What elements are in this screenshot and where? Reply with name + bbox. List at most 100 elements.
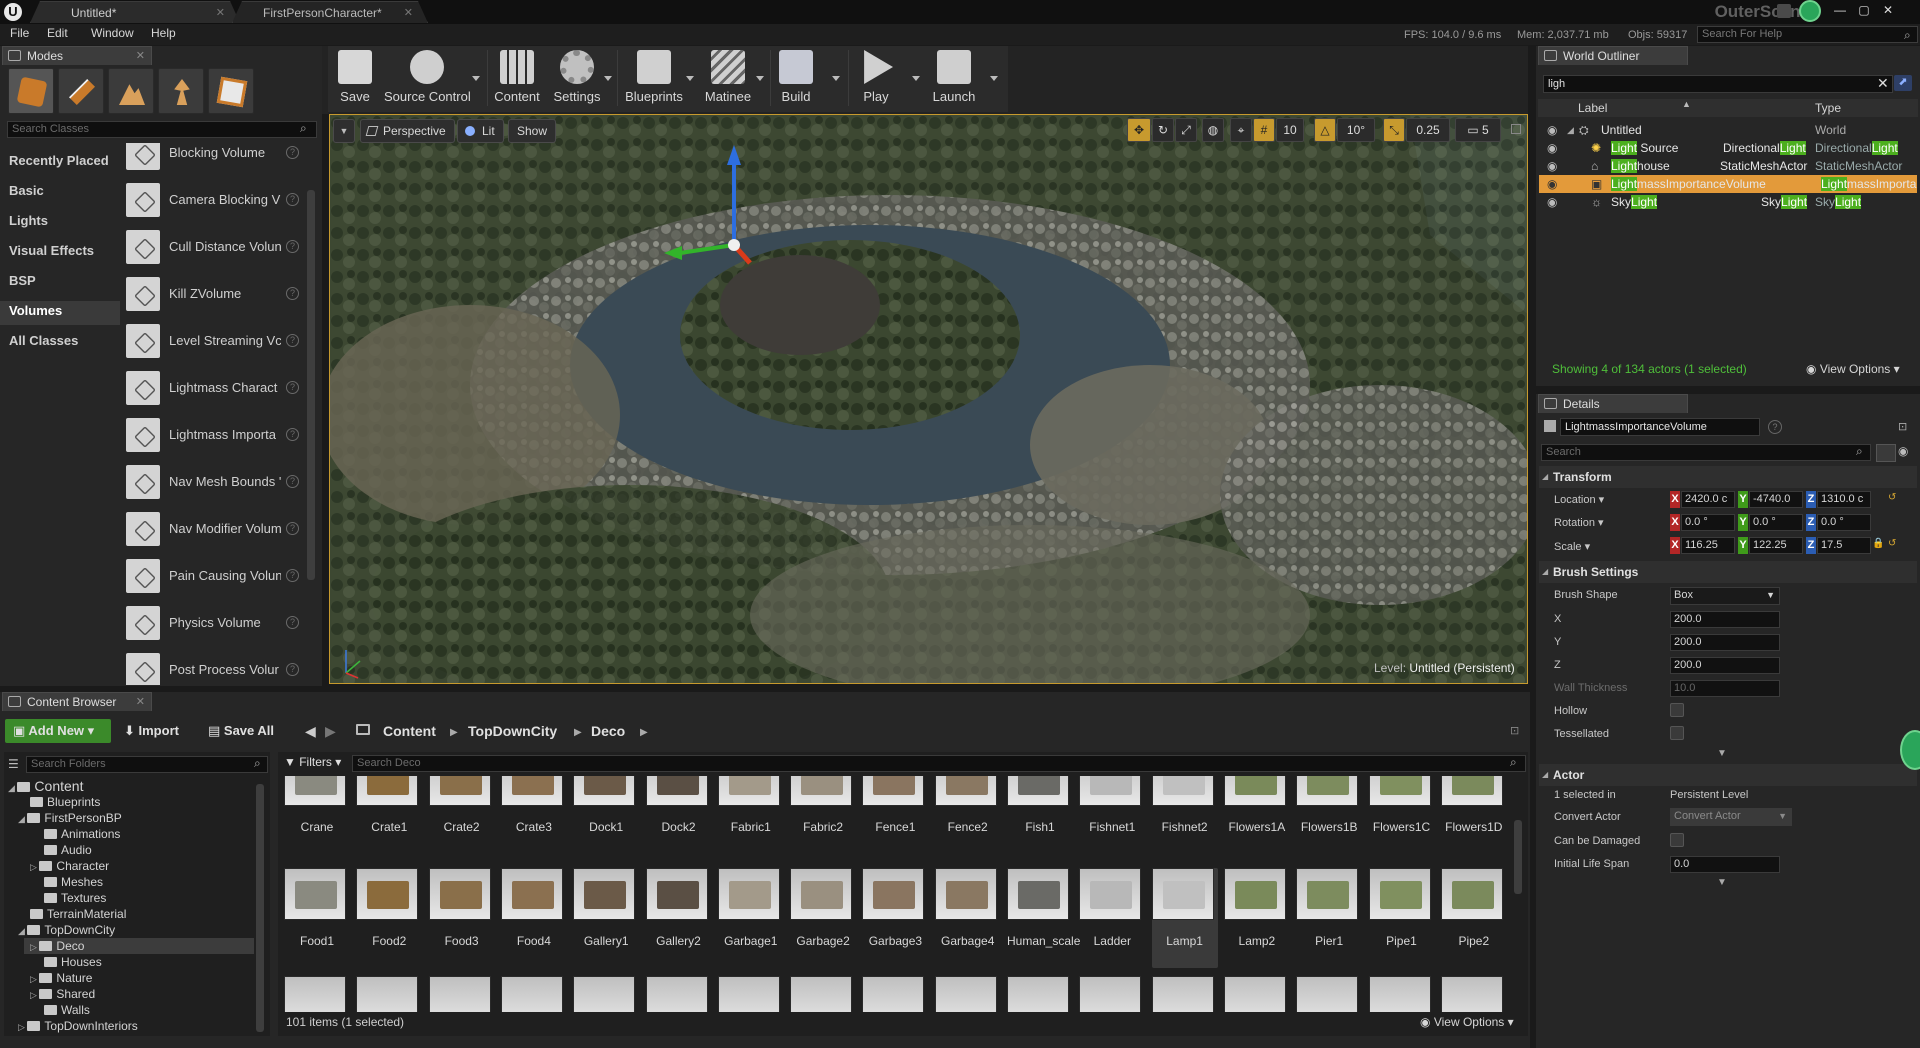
actor-section-header[interactable]: Actor bbox=[1539, 764, 1917, 786]
asset-tile[interactable]: Pipe1 bbox=[1368, 868, 1435, 968]
folder-row-selected[interactable]: ▷ Deco bbox=[24, 938, 254, 954]
list-item[interactable]: Blocking Volume? bbox=[126, 143, 308, 177]
list-item[interactable]: Pain Causing Volun? bbox=[126, 554, 308, 600]
launch-button[interactable]: Launch bbox=[930, 48, 998, 108]
col-label-header[interactable]: Label bbox=[1578, 101, 1607, 115]
asset-tile[interactable]: Flowers1D bbox=[1440, 776, 1507, 854]
filters-button[interactable]: ▼ Filters ▾ bbox=[284, 755, 341, 769]
help-icon[interactable]: ? bbox=[286, 381, 299, 394]
asset-thumbnail[interactable] bbox=[428, 976, 491, 1012]
asset-tile[interactable]: Food2 bbox=[356, 868, 422, 968]
translate-mode-icon[interactable]: ✥ bbox=[1127, 118, 1151, 142]
list-item[interactable]: Camera Blocking V? bbox=[126, 178, 308, 224]
reset-icon[interactable]: ↺ bbox=[1888, 538, 1896, 549]
import-button[interactable]: ⬇ Import bbox=[124, 719, 179, 743]
expand-arrow-icon[interactable]: ◢ bbox=[1567, 121, 1574, 139]
asset-tile[interactable]: Gallery1 bbox=[573, 868, 639, 968]
help-icon[interactable]: ? bbox=[286, 522, 299, 535]
folder-row[interactable]: Blueprints bbox=[30, 794, 100, 810]
save-button[interactable]: Save bbox=[334, 48, 376, 108]
asset-tile[interactable]: Garbage3 bbox=[862, 868, 928, 968]
folder-row[interactable]: ◢ TopDownCity bbox=[18, 922, 115, 938]
modes-scrollbar[interactable] bbox=[307, 190, 315, 580]
scale-snap-icon[interactable]: ⤡ bbox=[1383, 118, 1405, 142]
asset-thumbnail[interactable] bbox=[1296, 976, 1359, 1012]
asset-grid-scrollbar[interactable] bbox=[1514, 820, 1522, 894]
chevron-down-icon[interactable] bbox=[912, 76, 920, 81]
transform-section-header[interactable]: Transform bbox=[1539, 466, 1917, 488]
content-browser-tab[interactable]: Content Browser ✕ bbox=[2, 692, 152, 711]
grid-snap-icon[interactable]: # bbox=[1253, 118, 1275, 142]
brush-settings-section-header[interactable]: Brush Settings bbox=[1539, 561, 1917, 583]
details-tab[interactable]: Details bbox=[1538, 394, 1688, 413]
outliner-row[interactable]: ◉ ☼ SkyLight SkyLight SkyLight bbox=[1539, 193, 1917, 211]
scale-x-field[interactable]: 116.25 bbox=[1681, 537, 1735, 554]
rotation-label[interactable]: Rotation ▾ bbox=[1554, 516, 1604, 529]
scale-snap-value[interactable]: 0.25 bbox=[1406, 118, 1450, 142]
add-new-button[interactable]: ▣ Add New ▾ bbox=[5, 719, 111, 743]
help-icon[interactable]: ? bbox=[286, 334, 299, 347]
landscape-mode-button[interactable] bbox=[108, 68, 154, 114]
outliner-add-icon[interactable]: ⬈ bbox=[1894, 75, 1912, 91]
visibility-eye-icon[interactable]: ◉ bbox=[1547, 121, 1557, 139]
asset-thumbnail[interactable] bbox=[1151, 976, 1214, 1012]
help-icon[interactable]: ? bbox=[286, 428, 299, 441]
asset-thumbnail[interactable] bbox=[1368, 976, 1431, 1012]
lock-icon[interactable]: 🔒 bbox=[1872, 538, 1884, 549]
chevron-down-icon[interactable] bbox=[832, 76, 840, 81]
camera-speed-button[interactable]: ▭ 5 bbox=[1455, 118, 1501, 142]
eye-icon[interactable]: ◉ bbox=[1898, 444, 1908, 458]
asset-tile[interactable]: Garbage4 bbox=[934, 868, 1001, 968]
list-item[interactable]: Physics Volume? bbox=[126, 601, 308, 647]
search-assets-input[interactable]: Search Deco bbox=[352, 755, 1526, 772]
menu-file[interactable]: File bbox=[10, 26, 29, 40]
matinee-button[interactable]: Matinee bbox=[700, 48, 764, 108]
help-icon[interactable]: ? bbox=[286, 616, 299, 629]
expand-advanced-icon[interactable]: ▼ bbox=[1717, 748, 1727, 759]
help-icon[interactable]: ? bbox=[1768, 420, 1782, 434]
brush-x-field[interactable]: 200.0 bbox=[1670, 611, 1780, 628]
help-icon[interactable]: ? bbox=[286, 146, 299, 159]
actor-name-field[interactable]: LightmassImportanceVolume bbox=[1560, 418, 1760, 436]
folder-row[interactable]: Houses bbox=[44, 954, 102, 970]
asset-tile[interactable]: Garbage1 bbox=[717, 868, 784, 968]
asset-tile[interactable]: Flowers1C bbox=[1368, 776, 1435, 854]
grid-size-value[interactable]: 10 bbox=[1276, 118, 1304, 142]
help-icon[interactable]: ? bbox=[286, 663, 299, 676]
search-folders-input[interactable]: Search Folders bbox=[26, 756, 268, 773]
rotation-snap-value[interactable]: 10° bbox=[1337, 118, 1375, 142]
asset-tile[interactable]: Food4 bbox=[500, 868, 567, 968]
folder-row[interactable]: ▷ TopDownInteriors bbox=[18, 1018, 138, 1034]
category-bsp[interactable]: BSP bbox=[9, 273, 36, 288]
asset-tile-selected[interactable]: Lamp1 bbox=[1151, 868, 1218, 968]
chevron-down-icon[interactable] bbox=[756, 76, 764, 81]
tab-untitled[interactable]: Untitled* ✕ bbox=[30, 1, 240, 23]
asset-tile[interactable]: Fence1 bbox=[862, 776, 928, 854]
outliner-search-input[interactable]: ligh bbox=[1543, 75, 1893, 93]
list-item[interactable]: Nav Mesh Bounds '? bbox=[126, 460, 308, 506]
list-item[interactable]: Level Streaming Vc? bbox=[126, 319, 308, 365]
tab-first-person-character[interactable]: FirstPersonCharacter* ✕ bbox=[232, 1, 428, 23]
source-control-button[interactable]: Source Control bbox=[384, 48, 480, 108]
world-outliner-tab[interactable]: World Outliner bbox=[1538, 46, 1688, 65]
lit-button[interactable]: Lit bbox=[457, 119, 504, 143]
scale-z-field[interactable]: 17.5 bbox=[1817, 537, 1871, 554]
asset-tile[interactable]: Crate2 bbox=[428, 776, 495, 854]
asset-tile[interactable]: Dock1 bbox=[573, 776, 639, 854]
rotation-y-field[interactable]: 0.0 ° bbox=[1749, 514, 1803, 531]
forward-arrow-icon[interactable]: ▶ bbox=[325, 723, 336, 740]
asset-thumbnail[interactable] bbox=[790, 976, 853, 1012]
location-x-field[interactable]: 2420.0 c bbox=[1681, 491, 1735, 508]
save-all-button[interactable]: ▤ Save All bbox=[208, 719, 274, 743]
back-arrow-icon[interactable]: ◀ bbox=[305, 723, 316, 740]
folder-row[interactable]: ▷ Character bbox=[30, 858, 109, 874]
asset-tile[interactable]: Dock2 bbox=[645, 776, 712, 854]
can-be-damaged-checkbox[interactable] bbox=[1670, 833, 1684, 847]
asset-thumbnail[interactable] bbox=[1079, 976, 1142, 1012]
outliner-row[interactable]: ◉ ✺ Light Source DirectionalLight Direct… bbox=[1539, 139, 1917, 157]
asset-tile[interactable]: Human_scale bbox=[1007, 868, 1080, 968]
rotation-snap-icon[interactable]: △ bbox=[1314, 118, 1336, 142]
rotation-x-field[interactable]: 0.0 ° bbox=[1681, 514, 1735, 531]
folder-row[interactable]: ▷ Shared bbox=[30, 986, 95, 1002]
asset-tile[interactable]: Ladder bbox=[1079, 868, 1145, 968]
